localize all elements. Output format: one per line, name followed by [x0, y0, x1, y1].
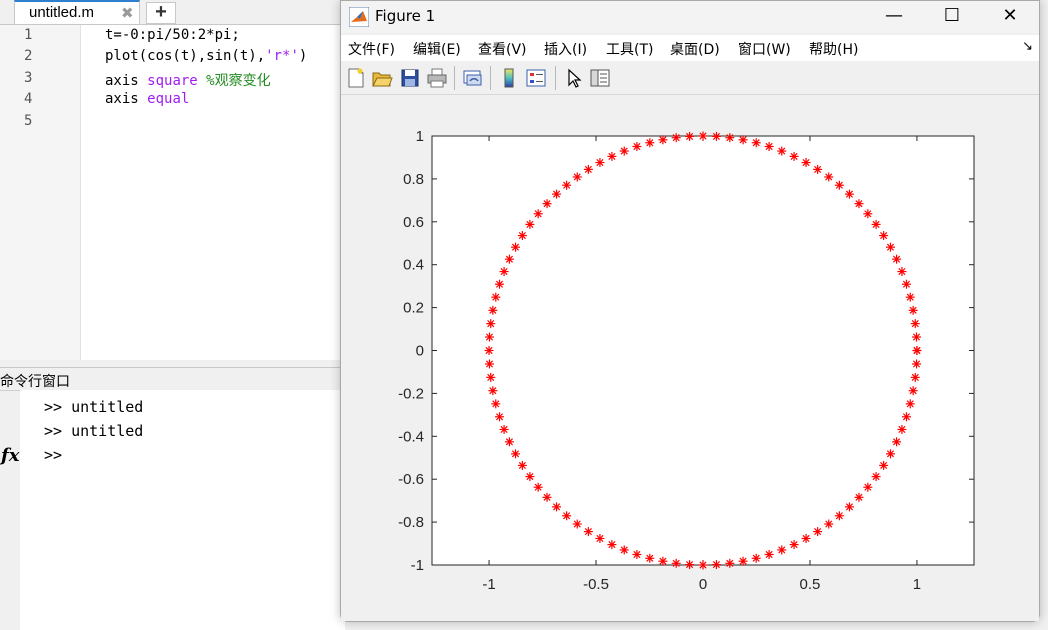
- command-history-line: >> untitled: [44, 422, 144, 440]
- data-point: [885, 449, 895, 459]
- minimize-button[interactable]: —: [869, 1, 919, 31]
- y-tick-label: -0.6: [398, 471, 424, 488]
- code-token-pre: plot(cos(t),sin(t),: [105, 48, 266, 65]
- toolbar-separator: [555, 66, 556, 90]
- menu-desktop[interactable]: 桌面(D): [670, 39, 720, 59]
- maximize-button[interactable]: ☐: [927, 1, 977, 31]
- pointer-icon[interactable]: [563, 67, 585, 89]
- x-tick-label: -1: [482, 576, 495, 593]
- data-point: [499, 424, 509, 434]
- tab-label: untitled.m: [29, 4, 95, 21]
- data-point: [484, 346, 494, 355]
- y-tick-label: 0.4: [403, 257, 424, 274]
- figure-title-bar[interactable]: Figure 1 — ☐ ✕: [341, 1, 1039, 33]
- menu-tools[interactable]: 工具(T): [606, 39, 653, 59]
- figure-toolbar: [341, 62, 1039, 95]
- code-token-str: 'r*': [265, 48, 299, 65]
- y-tick-label: 0.2: [403, 300, 424, 317]
- code-line[interactable]: axis square %观察变化: [105, 70, 271, 90]
- new-figure-icon[interactable]: [345, 67, 367, 89]
- legend-icon[interactable]: [525, 67, 547, 89]
- code-token-post: ): [298, 48, 308, 65]
- tab-untitled-m[interactable]: untitled.m ✖: [14, 0, 140, 24]
- add-tab-button[interactable]: +: [146, 2, 176, 24]
- x-tick-label: 0: [699, 576, 707, 593]
- data-point: [595, 158, 605, 168]
- y-tick-label: -0.2: [398, 385, 424, 402]
- axes-box: [431, 135, 975, 566]
- y-tick-label: -1: [411, 557, 424, 574]
- command-prompt[interactable]: >>: [44, 446, 62, 464]
- scatter-plot[interactable]: -1 -0.5 0 0.5 1 -1 -0.8 -0.6 -0.4 -0.2 0 0.2 0.4 0.6 0…: [341, 95, 1039, 621]
- code-token-kw: equal: [147, 91, 190, 108]
- line-number-gutter: [0, 25, 81, 360]
- toolbar-separator: [454, 66, 455, 90]
- code-line[interactable]: t=-0:pi/50:2*pi;: [105, 27, 240, 43]
- data-point: [491, 399, 501, 409]
- data-point: [491, 292, 501, 302]
- close-button[interactable]: ✕: [985, 1, 1035, 31]
- menu-view[interactable]: 查看(V): [478, 39, 527, 59]
- menu-file[interactable]: 文件(F): [348, 39, 395, 59]
- menu-insert[interactable]: 插入(I): [544, 39, 587, 59]
- menu-edit[interactable]: 编辑(E): [413, 39, 461, 59]
- menu-overflow-icon[interactable]: ↘: [1022, 39, 1033, 54]
- menu-window[interactable]: 窗口(W): [738, 39, 791, 59]
- code-token-cmt: %观察变化: [206, 72, 271, 89]
- y-tick-label: -0.4: [398, 428, 424, 445]
- y-tick-label: 0: [416, 343, 424, 360]
- link-plot-icon[interactable]: [462, 67, 484, 89]
- command-window[interactable]: >> untitled >> untitled >>: [20, 390, 345, 630]
- matlab-logo-icon: [349, 7, 369, 27]
- y-tick-label: 1: [416, 128, 424, 145]
- data-point: [499, 267, 509, 277]
- save-icon[interactable]: [399, 67, 421, 89]
- toolbar-separator: [490, 66, 491, 90]
- line-number: 3: [24, 69, 33, 86]
- code-token-kw: square: [147, 72, 198, 89]
- property-editor-icon[interactable]: [589, 67, 611, 89]
- figure-menu-bar: 文件(F) 编辑(E) 查看(V) 插入(I) 工具(T) 桌面(D) 窗口(W…: [341, 35, 1039, 61]
- data-point: [885, 242, 895, 252]
- y-tick-label: -0.8: [398, 514, 424, 531]
- x-tick-label: 1: [913, 576, 921, 593]
- code-token-pre: axis: [105, 72, 148, 89]
- editor-tab-bar: untitled.m ✖ +: [0, 0, 345, 25]
- code-line[interactable]: axis equal: [105, 91, 189, 107]
- x-tick-label: -0.5: [583, 576, 609, 593]
- print-icon[interactable]: [426, 67, 448, 89]
- code-token-pre: axis: [105, 91, 148, 108]
- command-window-title: 命令行窗口: [0, 374, 70, 390]
- colorbar-icon[interactable]: [498, 67, 520, 89]
- code-line[interactable]: plot(cos(t),sin(t),'r*'): [105, 48, 307, 64]
- command-history-line: >> untitled: [44, 398, 144, 416]
- line-number: 5: [24, 112, 33, 129]
- line-number: 4: [24, 91, 33, 108]
- x-tick-label: 0.5: [800, 576, 821, 593]
- fx-icon[interactable]: fx: [1, 445, 19, 466]
- y-tick-label: 0.8: [403, 171, 424, 188]
- plot-area[interactable]: -1 -0.5 0 0.5 1 -1 -0.8 -0.6 -0.4 -0.2 0 0.2 0.4 0.6 0…: [341, 95, 1039, 621]
- line-number: 2: [24, 48, 33, 65]
- command-window-header: 命令行窗口: [0, 367, 345, 391]
- figure-title: Figure 1: [375, 7, 436, 25]
- code-editor[interactable]: untitled.m ✖ + 1 2 3 4 5 t=-0:pi/50:2*pi; plo…: [0, 0, 345, 360]
- open-file-icon[interactable]: [371, 67, 393, 89]
- y-tick-label: 0.6: [403, 214, 424, 231]
- figure-window[interactable]: Figure 1 — ☐ ✕ 文件(F) 编辑(E) 查看(V) 插入(I) 工…: [340, 0, 1040, 622]
- code-token-pre: t=-0:pi/50:2*pi;: [105, 27, 240, 43]
- line-number: 1: [24, 27, 33, 43]
- menu-help[interactable]: 帮助(H): [809, 39, 858, 59]
- code-token-post: [198, 73, 206, 89]
- close-tab-icon[interactable]: ✖: [121, 4, 134, 22]
